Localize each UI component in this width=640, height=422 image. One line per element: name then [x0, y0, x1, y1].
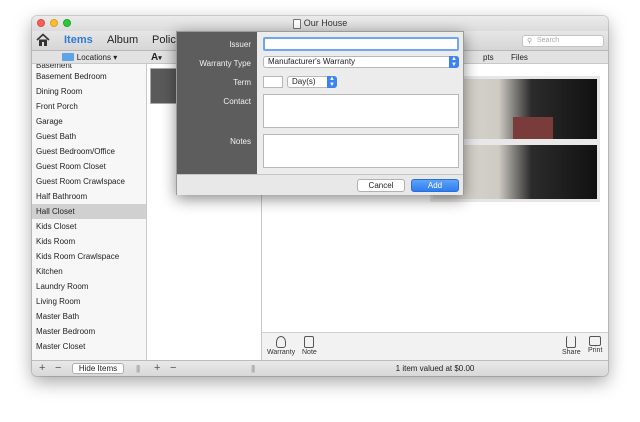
location-item[interactable]: Front Porch: [32, 99, 146, 114]
close-icon[interactable]: [37, 19, 45, 27]
resize-grip-icon[interactable]: |||: [136, 364, 140, 373]
status-summary: 1 item valued at $0.00: [395, 364, 475, 373]
warranty-type-select[interactable]: Manufacturer's Warranty ▲ ▼: [263, 56, 459, 68]
zoom-icon[interactable]: [63, 19, 71, 27]
warranty-button[interactable]: Warranty: [267, 336, 295, 356]
remove-item-button[interactable]: −: [170, 363, 176, 374]
issuer-input[interactable]: [263, 37, 459, 51]
home-icon[interactable]: [36, 33, 50, 47]
locations-sidebar: Basement Basement Bedroom Dining Room Fr…: [32, 64, 147, 360]
detail-bottom-bar: Warranty Note Share Print: [262, 332, 608, 360]
note-label: Note: [302, 349, 317, 356]
print-label: Print: [588, 347, 603, 354]
share-label: Share: [562, 349, 581, 356]
minimize-icon[interactable]: [50, 19, 58, 27]
nav-items[interactable]: Items: [64, 34, 93, 46]
nav-album[interactable]: Album: [107, 34, 138, 46]
warranty-icon: [276, 336, 287, 348]
location-item[interactable]: Kids Room: [32, 234, 146, 249]
location-item[interactable]: Garage: [32, 114, 146, 129]
cancel-button[interactable]: Cancel: [357, 179, 405, 192]
add-button[interactable]: Add: [411, 179, 459, 192]
warranty-type-value: Manufacturer's Warranty: [268, 57, 356, 66]
share-icon: [566, 336, 577, 348]
location-item[interactable]: Guest Bedroom/Office: [32, 144, 146, 159]
tab-receipts[interactable]: pts: [483, 51, 494, 64]
sheet-footer: Cancel Add: [177, 174, 463, 195]
hide-items-button[interactable]: Hide Items: [72, 363, 124, 374]
location-item[interactable]: Guest Room Closet: [32, 159, 146, 174]
search-input[interactable]: ⚲ Search: [522, 35, 604, 47]
share-button[interactable]: Share: [562, 336, 581, 356]
select-arrows-icon: ▲ ▼: [449, 56, 459, 68]
location-item[interactable]: Dining Room: [32, 84, 146, 99]
sheet-label-column: Issuer Warranty Type Term Contact Notes: [177, 32, 257, 174]
notes-label: Notes: [230, 137, 251, 146]
sort-chevron-icon: ▾: [158, 55, 162, 62]
location-item[interactable]: Basement Bedroom: [32, 69, 146, 84]
location-item[interactable]: Master Bedroom: [32, 324, 146, 339]
photo-boxes: [513, 117, 553, 139]
folder-icon: [61, 53, 74, 61]
location-item-selected[interactable]: Hall Closet: [32, 204, 146, 219]
add-location-button[interactable]: +: [39, 363, 45, 374]
location-item[interactable]: Kids Closet: [32, 219, 146, 234]
print-icon: [589, 336, 602, 346]
issuer-label: Issuer: [229, 40, 251, 49]
warranty-sheet: Issuer Warranty Type Term Contact Notes …: [176, 31, 464, 195]
window-controls: [37, 19, 71, 27]
contact-textarea[interactable]: [263, 94, 459, 128]
locations-header-label: Locations: [76, 53, 111, 62]
add-item-button[interactable]: +: [154, 363, 160, 374]
search-icon: ⚲: [527, 38, 533, 45]
term-unit-select[interactable]: Day(s) ▲ ▼: [287, 76, 337, 88]
titlebar: Our House: [32, 16, 608, 31]
location-item[interactable]: Half Bathroom: [32, 189, 146, 204]
search-placeholder: Search: [537, 37, 560, 44]
contact-label: Contact: [223, 97, 251, 106]
location-item[interactable]: Master Bath: [32, 309, 146, 324]
tab-files[interactable]: Files: [511, 51, 528, 64]
select-arrows-icon: ▲ ▼: [327, 76, 337, 88]
note-button[interactable]: Note: [302, 336, 317, 356]
location-item[interactable]: Kids Room Crawlspace: [32, 249, 146, 264]
location-item[interactable]: Guest Bath: [32, 129, 146, 144]
note-icon: [304, 336, 315, 348]
term-unit-value: Day(s): [292, 77, 316, 86]
print-button[interactable]: Print: [588, 336, 602, 354]
notes-textarea[interactable]: [263, 134, 459, 168]
term-label: Term: [233, 78, 251, 87]
location-item[interactable]: Laundry Room: [32, 279, 146, 294]
window-title: Our House: [303, 18, 348, 28]
warranty-label: Warranty: [267, 349, 296, 356]
location-item[interactable]: Guest Room Crawlspace: [32, 174, 146, 189]
location-item[interactable]: Living Room: [32, 294, 146, 309]
window-title-wrap: Our House: [292, 16, 348, 31]
warranty-type-label: Warranty Type: [199, 59, 251, 68]
resize-grip-icon[interactable]: |||: [251, 364, 255, 373]
chevron-down-icon: ▾: [113, 53, 118, 62]
nav-policies[interactable]: Polici: [152, 34, 178, 46]
term-input[interactable]: [263, 76, 283, 88]
locations-dropdown[interactable]: Locations ▾: [32, 51, 147, 64]
location-item[interactable]: Master Closet: [32, 339, 146, 354]
location-item[interactable]: Kitchen: [32, 264, 146, 279]
remove-location-button[interactable]: −: [55, 363, 61, 374]
document-icon: [292, 18, 301, 29]
statusbar: + − Hide Items ||| + − ||| 1 item valued…: [32, 360, 608, 376]
